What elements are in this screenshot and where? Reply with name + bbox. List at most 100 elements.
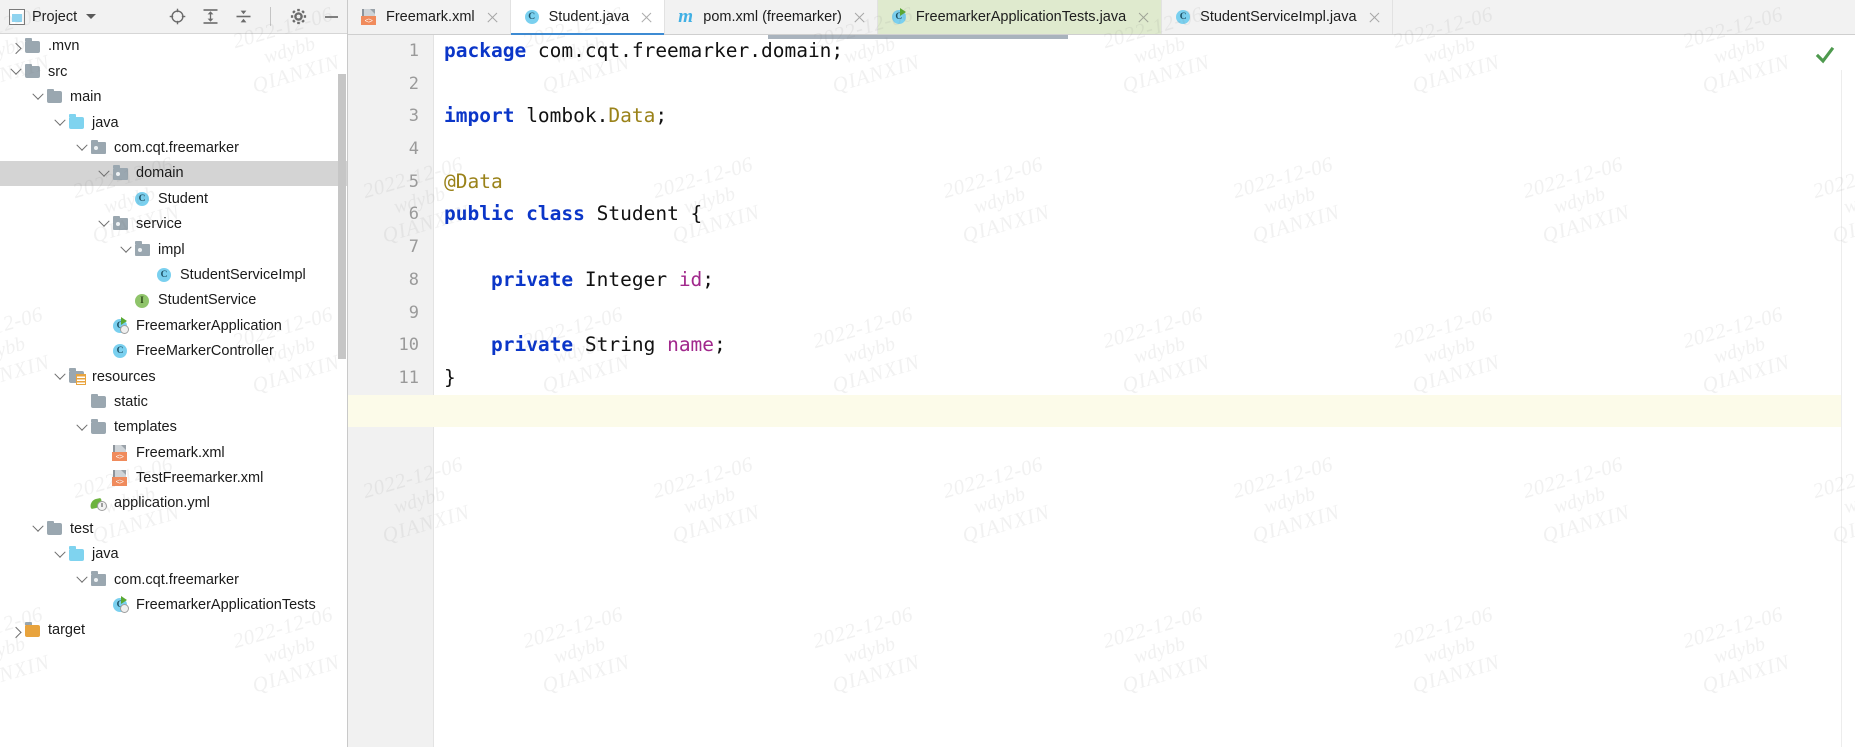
tree-item-freemark-xml[interactable]: <> Freemark.xml [0,440,347,465]
line-number[interactable]: 5 [348,166,433,199]
project-tree-scrollbar[interactable] [338,34,346,747]
tree-item-icon: C [112,343,130,359]
line-number[interactable]: 7 [348,231,433,264]
java-class-icon: C [135,192,149,207]
code-line[interactable]: private Integer id; [435,264,1855,297]
close-icon[interactable] [1368,11,1381,24]
scrollbar-thumb[interactable] [338,74,346,359]
tree-item-freemarkerapplication[interactable]: C FreemarkerApplication [0,313,347,338]
chevron-down-icon[interactable] [118,242,134,258]
tree-item-target[interactable]: target [0,618,347,643]
chevron-down-icon[interactable] [52,115,68,131]
gear-icon[interactable] [288,7,308,27]
code-line[interactable] [435,133,1855,166]
code-text[interactable]: package com.cqt.freemarker.domain; impor… [348,35,1855,747]
tree-item-icon: C [112,596,130,614]
tree-item-mvn[interactable]: .mvn [0,34,347,59]
line-number[interactable]: 8 [348,264,433,297]
close-icon[interactable] [853,11,866,24]
tree-item-static[interactable]: static [0,389,347,414]
line-number[interactable]: 1 [348,35,433,68]
tree-item-main[interactable]: main [0,85,347,110]
line-number[interactable]: 10 [348,329,433,362]
collapse-all-icon[interactable] [233,7,253,27]
code-editor[interactable]: 123456789101112 package com.cqt.freemark… [348,35,1855,747]
tree-item-freemarkerapplicationtests[interactable]: C FreemarkerApplicationTests [0,593,347,618]
tree-item-icon: C [134,191,152,207]
tree-item-studentservice[interactable]: I StudentService [0,288,347,313]
line-number-gutter[interactable]: 123456789101112 [348,35,434,747]
code-line[interactable]: } [435,362,1855,395]
chevron-right-icon[interactable] [8,623,24,639]
tree-item-studentserviceimpl[interactable]: C StudentServiceImpl [0,263,347,288]
tree-item-templates[interactable]: templates [0,415,347,440]
editor-area: <> Freemark.xml C Student.java m pom.xml (fre… [348,0,1855,747]
line-number[interactable]: 4 [348,133,433,166]
line-number[interactable]: 11 [348,362,433,395]
project-tree[interactable]: .mvn src main java com.cqt.freemarker domain C… [0,34,347,747]
code-line[interactable] [348,394,1855,428]
expand-all-icon[interactable] [200,7,220,27]
resources-folder-icon [69,368,86,385]
chevron-down-icon[interactable] [52,547,68,563]
line-number[interactable]: 3 [348,100,433,133]
chevron-down-icon[interactable] [86,14,97,19]
chevron-down-icon[interactable] [52,369,68,385]
editor-tab-freemarkerapplicationtests-java[interactable]: C FreemarkerApplicationTests.java [877,0,1163,34]
editor-tab-studentserviceimpl-java[interactable]: C StudentServiceImpl.java [1162,0,1393,34]
tree-item-label: service [136,216,182,233]
tree-item-test[interactable]: test [0,516,347,541]
tree-item-freemarkercontroller[interactable]: C FreeMarkerController [0,339,347,364]
code-line[interactable]: import lombok.Data; [435,100,1855,133]
editor-tab-pom-xml-freemarker[interactable]: m pom.xml (freemarker) [665,0,878,34]
tree-item-impl[interactable]: impl [0,237,347,262]
tree-item-java[interactable]: java [0,110,347,135]
minimize-icon[interactable] [321,7,341,27]
check-icon[interactable] [1815,45,1835,65]
chevron-down-icon[interactable] [74,572,90,588]
code-token: String [584,333,668,357]
chevron-down-icon[interactable] [30,89,46,105]
spring-config-icon [97,500,107,511]
close-icon[interactable] [486,11,499,24]
editor-tab-student-java[interactable]: C Student.java [510,0,666,35]
chevron-down-icon[interactable] [96,166,112,182]
tree-item-service[interactable]: service [0,212,347,237]
code-line[interactable]: public class Student { [435,198,1855,231]
line-number[interactable]: 9 [348,297,433,330]
hscroll-thumb[interactable] [768,35,1068,39]
tree-item-com-cqt-freemarker[interactable]: com.cqt.freemarker [0,567,347,592]
tree-item-java[interactable]: java [0,542,347,567]
chevron-down-icon[interactable] [96,216,112,232]
tree-item-icon: <> [112,444,130,461]
editor-markup-strip[interactable] [1841,70,1855,747]
tree-item-application-yml[interactable]: application.yml [0,491,347,516]
tree-item-domain[interactable]: domain [0,160,347,187]
editor-horizontal-scrollbar[interactable] [348,35,1855,39]
tree-item-src[interactable]: src [0,59,347,84]
tree-item-testfreemarker-xml[interactable]: <> TestFreemarker.xml [0,466,347,491]
tree-item-resources[interactable]: resources [0,364,347,389]
chevron-right-icon[interactable] [8,39,24,55]
close-icon[interactable] [640,11,653,24]
tree-item-student[interactable]: C Student [0,186,347,211]
chevron-down-icon[interactable] [30,521,46,537]
line-number[interactable]: 2 [348,68,433,101]
code-line[interactable] [435,68,1855,101]
locate-target-icon[interactable] [167,7,187,27]
code-line[interactable]: package com.cqt.freemarker.domain; [435,35,1855,68]
editor-tab-freemark-xml[interactable]: <> Freemark.xml [348,0,511,34]
chevron-down-icon[interactable] [74,420,90,436]
chevron-down-icon[interactable] [8,64,24,80]
tree-item-com-cqt-freemarker[interactable]: com.cqt.freemarker [0,136,347,161]
code-line[interactable] [435,297,1855,330]
code-line[interactable]: private String name; [435,329,1855,362]
line-number[interactable]: 6 [348,198,433,231]
chevron-down-icon[interactable] [74,140,90,156]
code-line[interactable]: @Data [435,166,1855,199]
close-icon[interactable] [1137,11,1150,24]
code-line[interactable] [435,231,1855,264]
project-title-dropdown[interactable]: Project [9,8,97,25]
